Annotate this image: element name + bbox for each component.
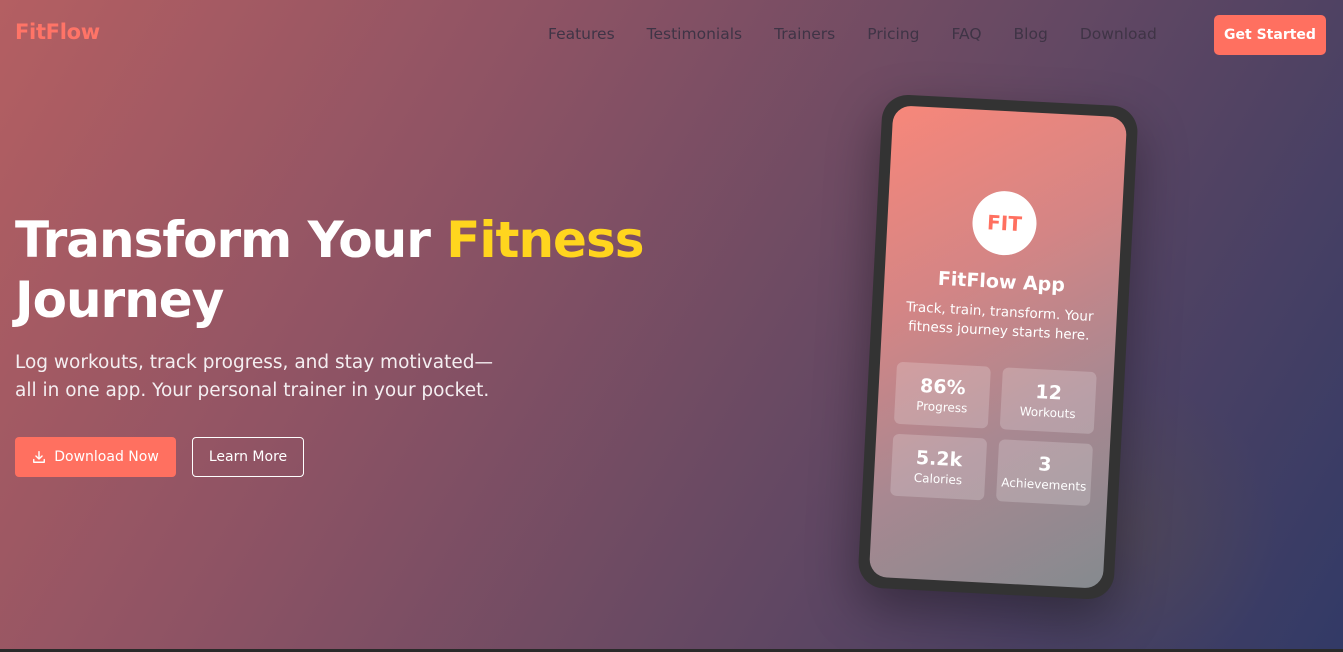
nav-link-features[interactable]: Features	[548, 25, 615, 43]
stat-value: 12	[1034, 381, 1063, 405]
stat-label: Calories	[913, 470, 963, 488]
nav-links: Features Testimonials Trainers Pricing F…	[548, 25, 1189, 43]
phone-mockup: FIT FitFlow App Track, train, transform.…	[857, 93, 1139, 601]
brand-logo[interactable]: FitFlow	[15, 20, 100, 44]
stats-grid: 86% Progress 12 Workouts 5.2k Calories 3…	[873, 361, 1114, 507]
download-now-button[interactable]: Download Now	[15, 437, 176, 477]
app-description: Track, train, transform. Your fitness jo…	[905, 299, 1094, 344]
learn-more-button[interactable]: Learn More	[192, 437, 304, 477]
nav-link-pricing[interactable]: Pricing	[867, 25, 919, 43]
hero-subtitle-line1: Log workouts, track progress, and stay m…	[15, 352, 493, 373]
hero-subtitle: Log workouts, track progress, and stay m…	[15, 349, 575, 405]
nav-link-download[interactable]: Download	[1080, 25, 1157, 43]
stat-card-workouts: 12 Workouts	[999, 367, 1097, 435]
nav-link-trainers[interactable]: Trainers	[774, 25, 835, 43]
stat-value: 5.2k	[915, 446, 963, 472]
phone-screen: FIT FitFlow App Track, train, transform.…	[868, 105, 1128, 589]
hero-title-accent: Fitness	[446, 211, 644, 269]
app-title: FitFlow App	[937, 267, 1066, 297]
stat-label: Achievements	[1001, 475, 1087, 494]
stat-card-progress: 86% Progress	[893, 361, 991, 429]
get-started-button[interactable]: Get Started	[1214, 15, 1326, 55]
stat-card-achievements: 3 Achievements	[995, 439, 1094, 507]
stat-label: Progress	[915, 398, 968, 416]
stat-value: 86%	[919, 374, 967, 400]
stat-value: 3	[1037, 453, 1053, 476]
hero-title-part1: Transform Your	[15, 211, 447, 269]
hero-title-part2: Journey	[15, 271, 224, 329]
app-logo: FIT	[970, 189, 1039, 257]
hero-title: Transform Your Fitness Journey	[15, 210, 695, 330]
download-icon	[33, 451, 46, 463]
stat-card-calories: 5.2k Calories	[890, 433, 988, 501]
nav-link-testimonials[interactable]: Testimonials	[647, 25, 742, 43]
stat-label: Workouts	[1019, 404, 1076, 422]
top-navigation: FitFlow Features Testimonials Trainers P…	[0, 0, 1343, 70]
nav-link-faq[interactable]: FAQ	[952, 25, 982, 43]
hero-subtitle-line2: all in one app. Your personal trainer in…	[15, 380, 490, 401]
nav-link-blog[interactable]: Blog	[1014, 25, 1048, 43]
download-now-label: Download Now	[54, 449, 159, 465]
